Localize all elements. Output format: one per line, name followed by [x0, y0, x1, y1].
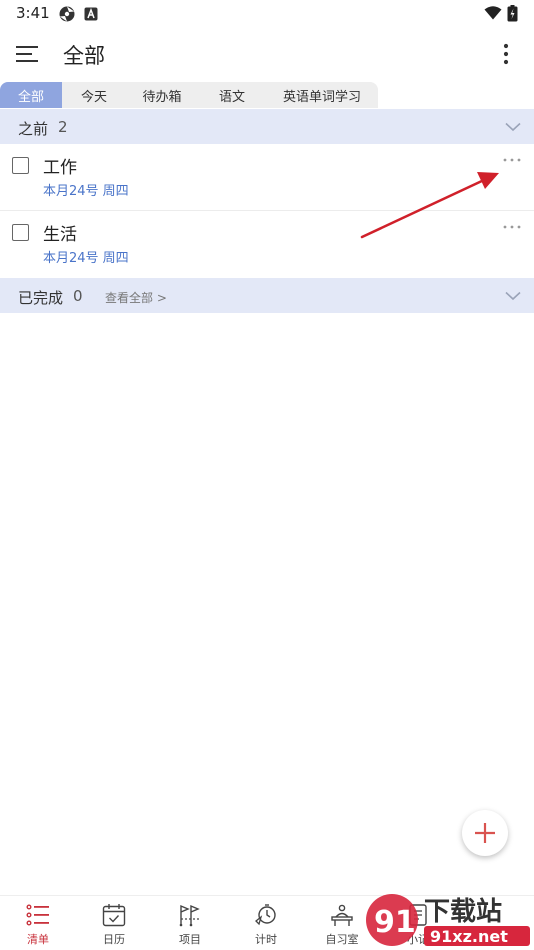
chevron-down-icon[interactable]: [505, 122, 521, 132]
tab-label: 语文: [218, 89, 245, 105]
view-all-link[interactable]: 查看全部 >: [105, 289, 167, 306]
status-time: 3:41: [16, 4, 50, 22]
page-title: 全部: [63, 44, 105, 68]
tab-all[interactable]: 全部: [0, 82, 62, 108]
nav-item-list[interactable]: 清单: [0, 896, 76, 950]
nav-item-calendar[interactable]: 日历: [76, 896, 152, 950]
app-notification-icon: [84, 7, 98, 21]
task-date: 本月24号 周四: [43, 184, 129, 199]
study-room-icon: [331, 904, 353, 926]
svg-text:91: 91: [374, 905, 416, 940]
nav-item-timer[interactable]: 计时: [228, 896, 304, 950]
task-title: 工作: [43, 158, 77, 178]
tab-inbox[interactable]: 待办箱: [126, 82, 198, 108]
task-checkbox[interactable]: [12, 157, 29, 174]
more-horizontal-icon[interactable]: [502, 154, 522, 166]
plus-icon: [475, 823, 495, 843]
task-title: 生活: [43, 225, 77, 245]
group-title: 已完成: [18, 289, 64, 307]
task-item[interactable]: 工作 本月24号 周四: [0, 144, 534, 211]
tab-label: 全部: [17, 89, 44, 105]
more-options-icon[interactable]: [497, 42, 515, 66]
group-header-before[interactable]: 之前 2: [0, 109, 534, 144]
tab-today[interactable]: 今天: [62, 82, 126, 108]
more-horizontal-icon[interactable]: [502, 221, 522, 233]
chevron-down-icon[interactable]: [505, 291, 521, 301]
group-title: 之前: [18, 120, 49, 138]
status-bar: 3:41: [0, 0, 534, 28]
tab-english-vocab[interactable]: 英语单词学习: [266, 82, 378, 108]
group-count: 2: [58, 118, 68, 136]
group-header-completed[interactable]: 已完成 0 查看全部 >: [0, 278, 534, 313]
app-header: 全部: [0, 28, 534, 80]
battery-icon: [507, 5, 518, 22]
wifi-icon: [484, 6, 502, 20]
svg-text:下载站: 下载站: [424, 897, 502, 927]
category-tabs: 全部 今天 待办箱 语文 英语单词学习: [0, 82, 378, 108]
list-icon: [26, 904, 49, 926]
menu-icon[interactable]: [16, 44, 40, 64]
watermark-logo: 91 下载站 91xz.net: [362, 890, 534, 950]
nav-label: 计时: [255, 933, 277, 946]
sync-icon: [59, 6, 75, 22]
svg-text:91xz.net: 91xz.net: [430, 927, 508, 946]
task-date: 本月24号 周四: [43, 251, 129, 266]
tab-label: 今天: [80, 89, 107, 105]
nav-label: 项目: [179, 933, 201, 946]
tab-label: 英语单词学习: [282, 89, 361, 105]
add-task-button[interactable]: [462, 810, 508, 856]
tab-label: 待办箱: [142, 89, 182, 105]
group-count: 0: [73, 287, 83, 305]
nav-label: 清单: [27, 933, 49, 946]
nav-item-projects[interactable]: 项目: [152, 896, 228, 950]
watermark-91-logo-icon: 91 下载站 91xz.net: [366, 894, 530, 946]
nav-label: 日历: [103, 933, 125, 946]
task-checkbox[interactable]: [12, 224, 29, 241]
task-item[interactable]: 生活 本月24号 周四: [0, 211, 534, 278]
project-icon: [179, 904, 200, 927]
timer-icon: [255, 904, 276, 926]
tab-chinese[interactable]: 语文: [198, 82, 266, 108]
calendar-icon: [102, 904, 126, 927]
